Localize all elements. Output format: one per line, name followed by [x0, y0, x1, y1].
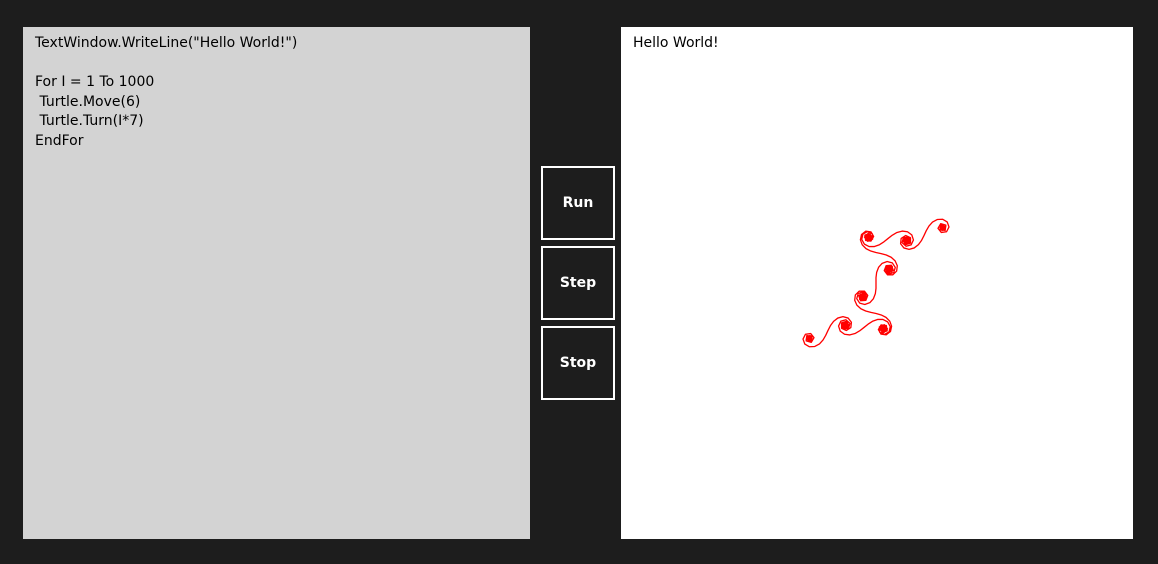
- turtle-graphics-canvas: [802, 218, 950, 348]
- run-button[interactable]: Run: [541, 166, 615, 240]
- code-line-2[interactable]: [35, 54, 522, 74]
- code-editor[interactable]: TextWindow.WriteLine("Hello World!") For…: [23, 27, 530, 539]
- step-button[interactable]: Step: [541, 246, 615, 320]
- code-line-3[interactable]: For I = 1 To 1000: [35, 73, 522, 93]
- turtle-trail: [802, 218, 950, 348]
- output-window: Hello World!: [621, 27, 1133, 539]
- stop-button[interactable]: Stop: [541, 326, 615, 400]
- program-controls: Run Step Stop: [541, 166, 615, 406]
- small-basic-app: TextWindow.WriteLine("Hello World!") For…: [0, 0, 1158, 564]
- code-line-4[interactable]: Turtle.Move(6): [35, 93, 522, 113]
- code-line-1[interactable]: TextWindow.WriteLine("Hello World!"): [35, 34, 522, 54]
- code-line-5[interactable]: Turtle.Turn(I*7): [35, 112, 522, 132]
- code-line-6[interactable]: EndFor: [35, 132, 522, 152]
- code-lines[interactable]: TextWindow.WriteLine("Hello World!") For…: [35, 34, 522, 151]
